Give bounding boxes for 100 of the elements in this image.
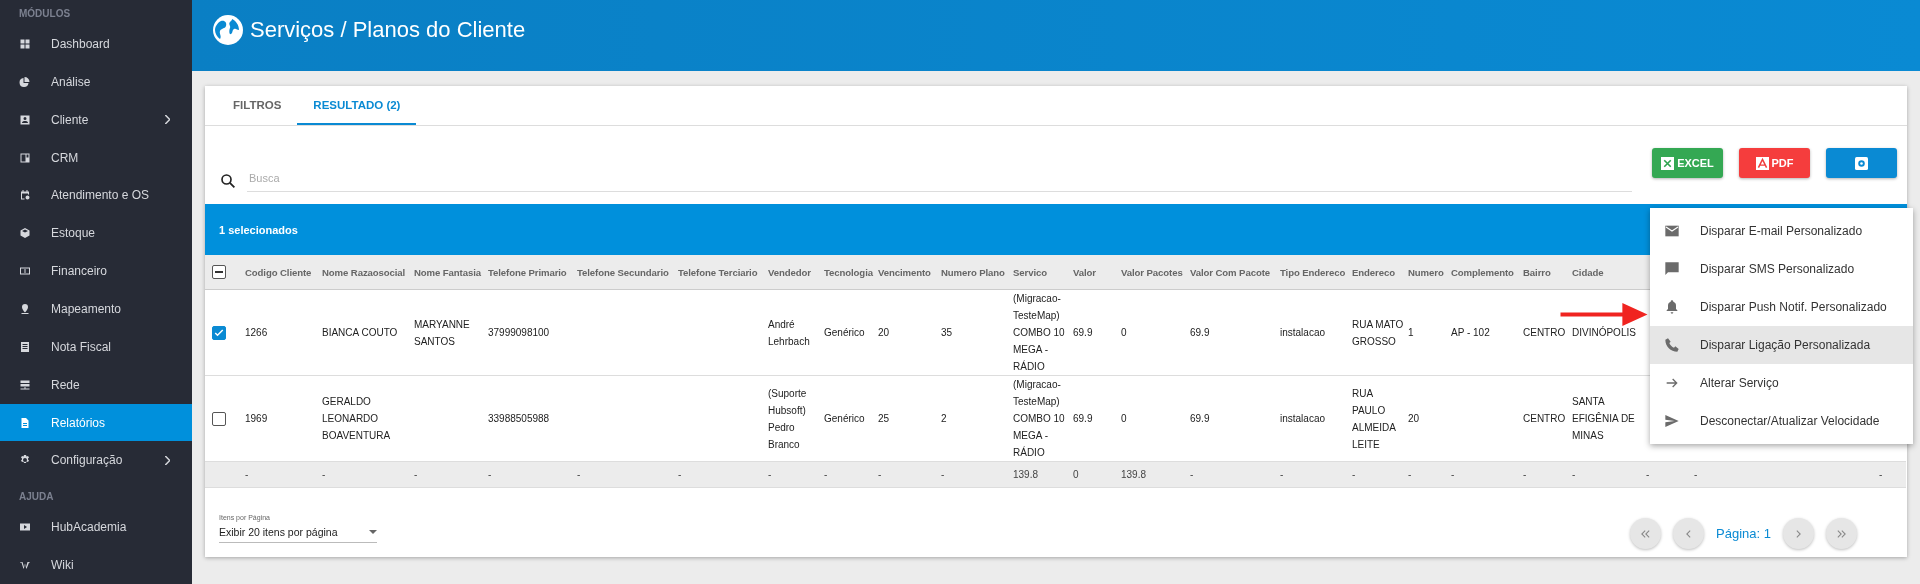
total-cell: - xyxy=(1352,469,1356,480)
column-header: Telefone Primario xyxy=(488,255,577,290)
table-cell: CENTRO xyxy=(1523,413,1566,424)
envelope-icon xyxy=(1664,223,1680,239)
sidebar-item[interactable]: Financeiro xyxy=(0,252,192,290)
chat-icon xyxy=(1664,261,1680,277)
row-checkbox[interactable] xyxy=(212,326,226,341)
column-header: Nome Razaosocial xyxy=(322,255,414,290)
grid-icon xyxy=(19,37,31,50)
table-cell: 25 xyxy=(878,413,890,424)
table-cell: 1266 xyxy=(245,327,268,338)
board-icon xyxy=(19,151,31,164)
total-cell: 0 xyxy=(1073,469,1079,480)
play-icon xyxy=(19,521,31,534)
table-cell: AP - 102 xyxy=(1451,327,1490,338)
box-icon xyxy=(19,227,31,240)
page-indicator: Página: 1 xyxy=(1716,526,1771,541)
table-cell: 69.9 xyxy=(1190,413,1210,424)
chevron-right-icon xyxy=(1796,529,1801,538)
total-cell: - xyxy=(414,469,418,480)
menu-item[interactable]: Disparar Push Notif. Personalizado xyxy=(1650,288,1913,326)
pin-icon xyxy=(19,302,31,315)
total-cell: - xyxy=(1408,469,1412,480)
sidebar-item[interactable]: Configuração xyxy=(0,441,192,480)
column-header: Tipo Endereco xyxy=(1280,255,1352,290)
sidebar-item[interactable]: Nota Fiscal xyxy=(0,327,192,366)
table-cell: RUA PAULO ALMEIDA LEITE xyxy=(1352,387,1396,450)
sidebar-item[interactable]: CRM xyxy=(0,138,192,177)
column-header: Cidade xyxy=(1572,255,1646,290)
table-cell: 33988505988 xyxy=(488,413,550,424)
table-cell: instalacao xyxy=(1280,413,1326,424)
column-header: Bairro xyxy=(1523,255,1572,290)
column-header: Telefone Secundario xyxy=(577,255,678,290)
select-all-checkbox[interactable] xyxy=(212,265,226,279)
table-cell: 69.9 xyxy=(1073,327,1093,338)
total-cell: - xyxy=(1879,469,1883,480)
column-header: Valor Com Pacote xyxy=(1190,255,1280,290)
settings-button[interactable] xyxy=(1826,148,1897,178)
menu-item[interactable]: Disparar E-mail Personalizado xyxy=(1650,212,1913,250)
column-header: Numero xyxy=(1408,255,1451,290)
bell-icon xyxy=(1664,299,1680,315)
calendar-icon xyxy=(19,189,31,202)
sidebar-item[interactable]: Atendimento e OS xyxy=(0,176,192,215)
total-cell: - xyxy=(1646,469,1650,480)
table-cell: Genérico xyxy=(824,327,865,338)
sidebar-item[interactable]: Análise xyxy=(0,62,192,101)
caret-icon xyxy=(369,530,377,534)
table-cell: instalacao xyxy=(1280,327,1326,338)
table-cell: 69.9 xyxy=(1073,413,1093,424)
menu-item[interactable]: Desconectar/Atualizar Velocidade xyxy=(1650,402,1913,440)
column-header: Vendedor xyxy=(768,255,824,290)
section-heading: MÓDULOS xyxy=(18,6,72,21)
double-chevron-left-icon xyxy=(1641,529,1651,538)
menu-item[interactable]: Disparar Ligação Personalizada xyxy=(1650,326,1913,364)
sidebar-item[interactable]: Rede xyxy=(0,365,192,404)
column-header: Vencimento xyxy=(878,255,941,290)
sidebar-item[interactable]: Dashboard xyxy=(0,25,192,63)
sidebar-item[interactable]: HubAcademia xyxy=(0,508,192,547)
table-cell: GERALDO LEONARDO BOAVENTURA xyxy=(322,396,391,441)
sidebar-item[interactable]: Estoque xyxy=(0,214,192,253)
total-cell: - xyxy=(1451,469,1455,480)
table-cell: 1969 xyxy=(245,413,268,424)
sidebar-item[interactable]: Mapeamento xyxy=(0,290,192,328)
column-header: Valor xyxy=(1073,255,1121,290)
table-cell: 1 xyxy=(1408,327,1414,338)
column-header: Codigo Cliente xyxy=(245,255,322,290)
total-cell: - xyxy=(878,469,882,480)
chevron-left-icon xyxy=(1686,529,1692,538)
sidebar-item[interactable]: Cliente xyxy=(0,100,192,139)
column-header: Complemento xyxy=(1451,255,1523,290)
export-button[interactable]: PDF xyxy=(1739,148,1810,178)
column-header: Nome Fantasia xyxy=(414,255,488,290)
table-cell: André Lehrbach xyxy=(768,318,810,347)
total-cell: - xyxy=(824,469,828,480)
column-header: Valor Pacotes xyxy=(1121,255,1190,290)
tab[interactable]: FILTROS xyxy=(217,86,298,125)
double-chevron-right-icon xyxy=(1837,529,1846,538)
total-cell: - xyxy=(768,469,772,480)
column-header: Endereco xyxy=(1352,255,1408,290)
menu-item[interactable]: Disparar SMS Personalizado xyxy=(1650,250,1913,288)
spreadsheet-icon xyxy=(1661,156,1675,170)
menu-item[interactable]: Alterar Serviço xyxy=(1650,364,1913,402)
sidebar-item[interactable]: Wiki xyxy=(0,546,192,584)
table-cell: 20 xyxy=(878,327,890,338)
total-cell: - xyxy=(1280,469,1284,480)
pie-icon xyxy=(19,75,31,88)
table-cell: SANTA EFIGÊNIA DE MINAS xyxy=(1572,396,1635,441)
doc-icon xyxy=(19,340,31,353)
table-cell: DIVINÓPOLIS xyxy=(1572,327,1636,338)
table-cell: 69.9 xyxy=(1190,327,1210,338)
table-cell: (Suporte Hubsoft) Pedro Branco xyxy=(768,387,807,450)
table-cell: (Migracao-TesteMap) COMBO 10 MEGA - RÁDIO xyxy=(1013,293,1065,372)
tab[interactable]: RESULTADO (2) xyxy=(297,86,417,125)
table-cell: BIANCA COUTO xyxy=(322,327,398,338)
total-cell: - xyxy=(245,469,249,480)
globe-icon xyxy=(212,13,244,46)
selection-count: 1 selecionados xyxy=(219,223,298,236)
server-icon xyxy=(19,378,31,391)
table-cell: CENTRO xyxy=(1523,327,1566,338)
row-checkbox[interactable] xyxy=(212,412,226,427)
